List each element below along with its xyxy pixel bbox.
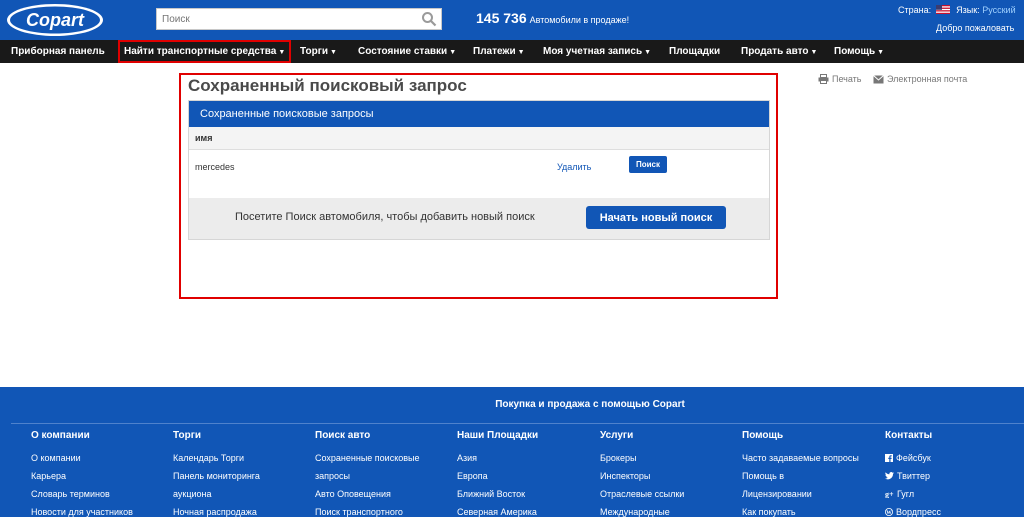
top-header: Copart 145 736Автомобили в продаже! Стра… xyxy=(0,0,1024,40)
envelope-icon xyxy=(873,75,884,84)
chevron-down-icon: ▼ xyxy=(644,49,652,56)
facebook-icon xyxy=(885,454,893,462)
svg-text:W: W xyxy=(886,510,892,516)
footer-link[interactable]: Брокеры xyxy=(600,449,684,467)
footer-link-wordpress[interactable]: W Вордпресс xyxy=(885,503,941,521)
nav-locations[interactable]: Площадки xyxy=(669,40,720,63)
footer-link[interactable]: Помощь в xyxy=(742,467,859,485)
footer-link[interactable]: О компании xyxy=(31,449,133,467)
twitter-icon xyxy=(885,472,894,480)
table-row: mercedes Удалить Поиск xyxy=(189,150,769,198)
footer-link[interactable]: Сохраненные поисковые xyxy=(315,449,420,467)
column-header-name: имя xyxy=(189,127,769,150)
delete-link[interactable]: Удалить xyxy=(557,162,591,172)
footer-link[interactable]: Как покупать xyxy=(742,503,859,521)
footer-col-auctions: Торги Календарь Торги Панель мониторинга… xyxy=(173,430,260,521)
new-search-bar: Посетите Поиск автомобиля, чтобы добавит… xyxy=(189,198,769,239)
footer-link[interactable]: Ближний Восток xyxy=(457,485,538,503)
footer-title: Покупка и продажа с помощью Copart xyxy=(495,399,685,410)
svg-text:g+: g+ xyxy=(885,490,894,498)
logo-text: Copart xyxy=(26,10,85,30)
vehicle-count-label: Автомобили в продаже! xyxy=(529,15,630,25)
footer-col-help: Помощь Часто задаваемые вопросы Помощь в… xyxy=(742,430,859,521)
nav-sell-car[interactable]: Продать авто ▼ xyxy=(741,40,817,63)
chevron-down-icon: ▼ xyxy=(810,49,818,56)
footer-col-contacts: Контакты Фейсбук Твиттер g+ Гугл W Вордпре… xyxy=(885,430,941,521)
nav-auctions[interactable]: Торги ▼ xyxy=(300,40,337,63)
footer-link[interactable]: Панель мониторинга xyxy=(173,467,260,485)
footer-link[interactable]: Карьера xyxy=(31,467,133,485)
footer-link[interactable]: Поиск транспортного xyxy=(315,503,420,521)
printer-icon xyxy=(818,74,829,84)
footer-link[interactable]: Словарь терминов xyxy=(31,485,133,503)
print-link[interactable]: Печать xyxy=(818,74,861,84)
welcome-text: Добро пожаловать xyxy=(936,23,1015,33)
footer-link[interactable]: Международные xyxy=(600,503,684,521)
panel-heading: Сохраненные поисковые запросы xyxy=(189,101,769,127)
chevron-down-icon: ▼ xyxy=(278,49,286,56)
google-plus-icon: g+ xyxy=(885,490,894,499)
country-label: Страна: xyxy=(898,5,932,15)
chevron-down-icon: ▼ xyxy=(449,49,457,56)
chevron-down-icon: ▼ xyxy=(517,49,525,56)
saved-searches-panel: Сохраненные поисковые запросы имя merced… xyxy=(188,100,770,240)
new-search-message: Посетите Поиск автомобиля, чтобы добавит… xyxy=(235,211,535,223)
copart-logo[interactable]: Copart xyxy=(6,3,104,37)
email-link[interactable]: Электронная почта xyxy=(873,74,967,84)
page-title: Сохраненный поисковый запрос xyxy=(188,76,467,95)
footer-link[interactable]: Новости для участников xyxy=(31,503,133,521)
footer-link[interactable]: Лицензировании xyxy=(742,485,859,503)
footer-col-about: О компании О компании Карьера Словарь те… xyxy=(31,430,133,521)
footer-link[interactable]: Календарь Торги xyxy=(173,449,260,467)
us-flag-icon[interactable] xyxy=(935,5,950,14)
saved-search-name: mercedes xyxy=(195,162,235,172)
footer-link[interactable]: Инспекторы xyxy=(600,467,684,485)
search-input[interactable] xyxy=(157,9,419,30)
site-footer: Покупка и продажа с помощью Copart О ком… xyxy=(0,387,1024,517)
vehicle-count-number: 145 736 xyxy=(476,10,527,26)
footer-col-locations: Наши Площадки Азия Европа Ближний Восток… xyxy=(457,430,538,521)
footer-link[interactable]: Отраслевые ссылки xyxy=(600,485,684,503)
footer-link[interactable]: аукциона xyxy=(173,485,260,503)
nav-bid-status[interactable]: Состояние ставки ▼ xyxy=(358,40,456,63)
search-icon[interactable] xyxy=(421,11,437,27)
footer-link[interactable]: Авто Оповещения xyxy=(315,485,420,503)
footer-link[interactable]: Европа xyxy=(457,467,538,485)
vehicle-count: 145 736 Автомобили в продаже! xyxy=(476,10,629,26)
footer-col-search: Поиск авто Сохраненные поисковые запросы… xyxy=(315,430,420,521)
footer-link-twitter[interactable]: Твиттер xyxy=(885,467,941,485)
language-select[interactable]: Русский xyxy=(982,5,1015,15)
footer-col-services: Услуги Брокеры Инспекторы Отраслевые ссы… xyxy=(600,430,684,521)
nav-my-account[interactable]: Моя учетная запись ▼ xyxy=(543,40,651,63)
language-label: Язык: xyxy=(956,5,980,15)
footer-link-facebook[interactable]: Фейсбук xyxy=(885,449,941,467)
nav-help[interactable]: Помощь ▼ xyxy=(834,40,884,63)
main-nav: Приборная панель Найти транспортные сред… xyxy=(0,40,1024,63)
footer-link[interactable]: Северная Америка xyxy=(457,503,538,521)
nav-find-vehicles[interactable]: Найти транспортные средства ▼ xyxy=(118,40,292,63)
footer-link[interactable]: Азия xyxy=(457,449,538,467)
footer-link-google[interactable]: g+ Гугл xyxy=(885,485,941,503)
wordpress-icon: W xyxy=(885,508,893,516)
footer-link[interactable]: Часто задаваемые вопросы xyxy=(742,449,859,467)
nav-dashboard[interactable]: Приборная панель xyxy=(11,40,105,63)
footer-divider xyxy=(11,423,1024,424)
footer-link[interactable]: запросы xyxy=(315,467,420,485)
chevron-down-icon: ▼ xyxy=(330,49,337,56)
search-box xyxy=(156,8,442,30)
nav-payments[interactable]: Платежи ▼ xyxy=(473,40,525,63)
start-new-search-button[interactable]: Начать новый поиск xyxy=(586,206,726,229)
locale-selector: Страна: Язык: Русский xyxy=(898,5,1016,15)
run-search-button[interactable]: Поиск xyxy=(629,156,667,173)
chevron-down-icon: ▼ xyxy=(877,49,885,56)
footer-link[interactable]: Ночная распродажа xyxy=(173,503,260,521)
